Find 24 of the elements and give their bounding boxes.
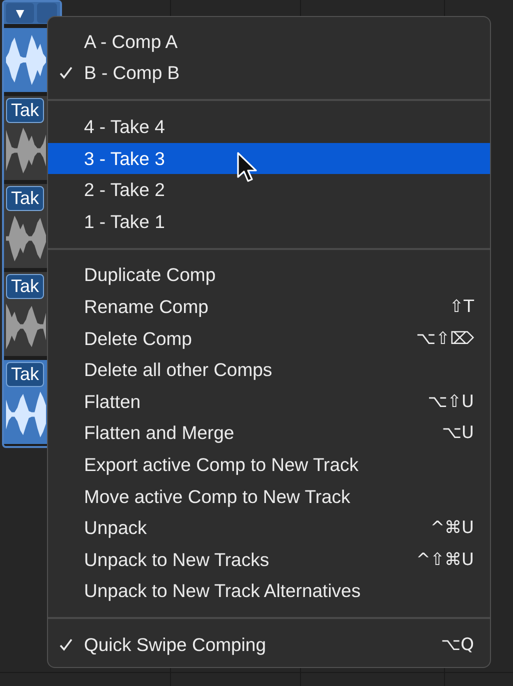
shortcut-label: ⌥⇧⌦	[416, 328, 474, 349]
shortcut-label: ⌥⇧U	[428, 392, 474, 412]
collapse-button[interactable]: ▼	[6, 3, 34, 23]
take-label: Tak	[6, 186, 44, 211]
menu-item[interactable]: A - Comp A	[48, 26, 490, 58]
menu-item[interactable]: Quick Swipe Comping ⌥Q	[48, 629, 490, 661]
menu-item[interactable]: Unpack ^⌘U	[48, 512, 490, 544]
pointer-icon	[236, 152, 258, 184]
menu-item[interactable]: B - Comp B	[48, 58, 490, 90]
menu-item[interactable]: Unpack to New Tracks ^⇧⌘U	[48, 544, 490, 576]
checkmark-icon	[59, 638, 73, 652]
shortcut-label: ⌥U	[442, 423, 474, 444]
shortcut-label: ^⇧⌘U	[416, 550, 474, 570]
shortcut-label: ⇧T	[449, 296, 474, 317]
menu-item[interactable]: 3 - Take 3	[48, 142, 490, 174]
take-label: Tak	[6, 362, 44, 387]
take-label: Tak	[6, 98, 44, 123]
take-label: Tak	[6, 274, 44, 299]
shortcut-label: ^⌘U	[430, 518, 474, 538]
menu-item[interactable]: Move active Comp to New Track	[48, 480, 490, 512]
menu-item[interactable]: Export active Comp to New Track	[48, 449, 490, 481]
menu-item[interactable]: Unpack to New Track Alternatives	[48, 576, 490, 608]
checkmark-icon	[59, 66, 73, 80]
shortcut-label: ⌥Q	[441, 634, 474, 655]
